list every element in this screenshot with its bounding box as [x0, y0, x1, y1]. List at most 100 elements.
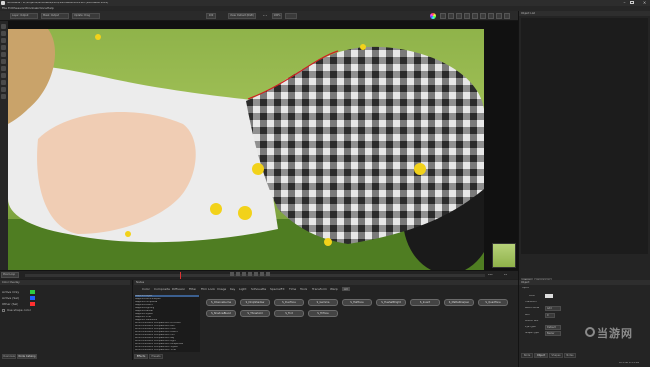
select-tool-icon[interactable]: [1, 24, 6, 29]
view-toggle-button-3[interactable]: [456, 13, 462, 19]
tab-overview[interactable]: Overview: [2, 354, 16, 359]
tree-item[interactable]: Boris Continuum Complete BCC Blur: [135, 325, 175, 327]
other-sel-swatch[interactable]: [30, 302, 35, 306]
update-select[interactable]: Update: Drag: [72, 13, 100, 19]
view-toggle-button-9[interactable]: [504, 13, 510, 19]
tree-item[interactable]: Boris Continuum Complete BCC Color: [135, 328, 176, 330]
category-image[interactable]: Image: [217, 288, 226, 291]
node-button[interactable]: S_Halftone: [342, 299, 372, 306]
menu-edit[interactable]: Edit: [8, 7, 14, 10]
extra-dropdown[interactable]: [285, 13, 297, 19]
category-light[interactable]: Light: [239, 288, 247, 291]
prop-shape-type-select[interactable]: Bezier: [545, 331, 561, 336]
node-button[interactable]: S_DuoTone: [274, 299, 304, 306]
tree-item[interactable]: Boris Continuum Complete BCC Art Looks: [135, 322, 181, 324]
navigator-thumbnail[interactable]: [492, 243, 516, 268]
tab-notes[interactable]: Notes: [564, 353, 576, 358]
category-film-look[interactable]: Film Look: [201, 288, 215, 291]
node-button[interactable]: S_Invert: [410, 299, 440, 306]
menu-help[interactable]: Help: [47, 7, 54, 10]
category-specialfx[interactable]: SpecialFX: [270, 288, 285, 291]
category-warp[interactable]: Warp: [330, 288, 338, 291]
active-only-swatch[interactable]: [30, 290, 35, 294]
view-toggle-button-7[interactable]: [488, 13, 494, 19]
tree-item[interactable]: Sapphire Composite: [135, 301, 157, 303]
layer-select[interactable]: Layer: Output: [10, 13, 38, 19]
tab-effects[interactable]: Effects: [134, 354, 148, 359]
node-button[interactable]: S_TriTone: [308, 310, 338, 317]
ellipse-tool-icon[interactable]: [1, 59, 6, 64]
view-toggle-button-4[interactable]: [464, 13, 470, 19]
bspline-tool-icon[interactable]: [1, 45, 6, 50]
node-button[interactable]: S_ShadowBlend: [206, 310, 236, 317]
menu-session[interactable]: Session: [14, 7, 25, 10]
tree-item[interactable]: Sapphire Transitions: [135, 319, 157, 321]
category-composite[interactable]: Composite: [154, 288, 170, 291]
prop-blur-value[interactable]: 0: [545, 313, 555, 318]
node-button[interactable]: S_MatteSharpen: [444, 299, 474, 306]
tab-presets[interactable]: Presets: [149, 354, 163, 359]
tree-item[interactable]: Boris Continuum Complete BCC Film: [135, 334, 175, 336]
zoom-value[interactable]: 100%: [272, 13, 282, 19]
category-transform[interactable]: Transform: [312, 288, 327, 291]
tab-object[interactable]: Object: [534, 353, 548, 358]
view-toggle-button-2[interactable]: [448, 13, 454, 19]
frame-number[interactable]: 100: [206, 13, 216, 19]
category-diffusion[interactable]: Diffusion: [172, 288, 185, 291]
tree-item[interactable]: Boris Continuum Complete BCC Time: [135, 349, 176, 351]
tree-item[interactable]: Sapphire Adjust: [135, 295, 199, 298]
node-button[interactable]: S_HueSatBright: [376, 299, 406, 306]
mask-select[interactable]: Mask: Output: [41, 13, 69, 19]
node-button[interactable]: S_QuadTone: [478, 299, 508, 306]
tree-item[interactable]: Sapphire Time: [135, 316, 151, 318]
go-start-icon[interactable]: [230, 272, 234, 276]
pixel-loop-select[interactable]: Pixel Loop: [1, 272, 19, 278]
pan-tool-icon[interactable]: [1, 94, 6, 99]
tree-item[interactable]: Sapphire Stylize: [135, 313, 153, 315]
node-button[interactable]: S_DropShadow: [240, 299, 270, 306]
node-button[interactable]: S_Gamma: [308, 299, 338, 306]
zoom-tool-icon[interactable]: [1, 87, 6, 92]
category-filter[interactable]: Filter: [189, 288, 196, 291]
step-back-icon[interactable]: [236, 272, 240, 276]
menu-actions[interactable]: Actions: [36, 7, 47, 10]
prop-blend-select[interactable]: Add: [545, 306, 561, 311]
stop-icon[interactable]: [248, 272, 252, 276]
tree-item[interactable]: Boris Continuum Complete BCC Distort: [135, 331, 178, 333]
tree-item[interactable]: Boris Continuum Complete BCC Key: [135, 337, 174, 339]
node-button[interactable]: S_Threshold: [240, 310, 270, 317]
tree-item[interactable]: Sapphire Blur+Sharpen: [135, 298, 161, 300]
maximize-button[interactable]: [630, 1, 634, 4]
play-icon[interactable]: [254, 272, 258, 276]
use-shape-color-checkbox[interactable]: [2, 309, 5, 312]
view-toggle-button-8[interactable]: [496, 13, 502, 19]
prop-color-swatch[interactable]: [545, 294, 553, 298]
view-mode-select[interactable]: View: Default (RGB): [228, 13, 256, 19]
category-key[interactable]: Key: [230, 288, 235, 291]
category-color[interactable]: Color: [142, 288, 150, 291]
view-toggle-button-6[interactable]: [480, 13, 486, 19]
tree-item[interactable]: Boris Continuum Complete BCC Stylize: [135, 346, 178, 348]
active-sel-swatch[interactable]: [30, 296, 35, 300]
color-picker-icon[interactable]: [430, 13, 436, 19]
tab-node[interactable]: Node: [521, 353, 533, 358]
category-time[interactable]: Time: [289, 288, 296, 291]
rectangle-tool-icon[interactable]: [1, 66, 6, 71]
tree-item[interactable]: Boris Continuum Complete BCC Perspective: [135, 343, 183, 345]
transform-tool-icon[interactable]: [1, 31, 6, 36]
prop-eye-type-select[interactable]: Default: [545, 325, 561, 330]
menu-file[interactable]: File: [2, 7, 7, 10]
category-all[interactable]: All: [342, 287, 350, 291]
tree-item[interactable]: Sapphire Render: [135, 310, 153, 312]
xspline-tool-icon[interactable]: [1, 52, 6, 57]
tree-item[interactable]: Boris Continuum Complete BCC Light: [135, 340, 176, 342]
node-button[interactable]: S_ChannelLuma: [206, 299, 236, 306]
category-tools[interactable]: Tools: [300, 288, 307, 291]
eraser-tool-icon[interactable]: [1, 80, 6, 85]
step-forward-icon[interactable]: [260, 272, 264, 276]
view-toggle-button-1[interactable]: [440, 13, 446, 19]
go-end-icon[interactable]: [266, 272, 270, 276]
tree-item[interactable]: Sapphire Lighting: [135, 307, 154, 309]
paint-tool-icon[interactable]: [1, 73, 6, 78]
category-silhouette[interactable]: Silhouette: [251, 288, 266, 291]
